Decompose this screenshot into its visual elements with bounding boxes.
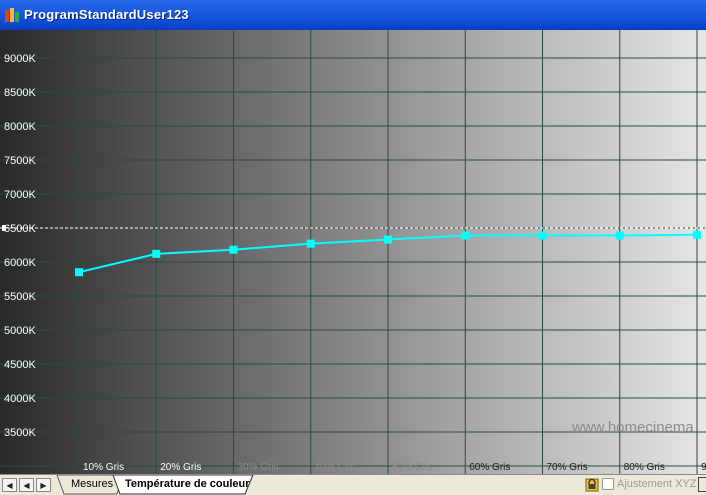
nav-next-button[interactable]: ▶ xyxy=(36,478,51,492)
data-point xyxy=(693,230,701,239)
y-tick-label: 9000K xyxy=(4,53,36,65)
nav-first-icon: ◀ xyxy=(6,481,13,490)
nav-first-button[interactable]: ◀ xyxy=(2,478,17,492)
x-tick-label: 50% Gris xyxy=(392,462,433,473)
x-tick-label: 40% Gris xyxy=(315,462,356,473)
chart-svg: 9000K 8500K 8000K 7500K 7000K 6500K 6000K 5500K… xyxy=(0,30,706,474)
x-tick-label: 60% Gris xyxy=(469,462,510,473)
data-point xyxy=(384,235,392,244)
status-extra-panel xyxy=(698,477,706,492)
title-bar[interactable]: ProgramStandardUser123 xyxy=(0,0,706,30)
y-tick-label: 6500K xyxy=(4,223,36,235)
data-point xyxy=(615,231,624,240)
x-tick-label: 70% Gris xyxy=(547,462,588,473)
lock-icon[interactable] xyxy=(585,478,599,492)
x-tick-label: 90% Gris xyxy=(701,462,706,473)
bar-chart-app-icon xyxy=(5,8,19,22)
reference-marker xyxy=(2,225,6,231)
nav-prev-button[interactable]: ◀ xyxy=(19,478,34,492)
data-point xyxy=(306,239,315,248)
y-tick-label: 4500K xyxy=(4,359,36,371)
ajustement-xyz-label: Ajustement XYZ xyxy=(617,478,697,490)
x-tick-label: 80% Gris xyxy=(624,462,665,473)
data-point xyxy=(75,268,83,277)
x-tick-label: 20% Gris xyxy=(160,462,201,473)
watermark-text: www.homecinema xyxy=(571,419,694,436)
y-tick-label: 5000K xyxy=(4,325,36,337)
y-tick-label: 7500K xyxy=(4,155,36,167)
y-tick-label: 4000K xyxy=(4,393,36,405)
y-tick-label: 6000K xyxy=(4,257,36,269)
y-tick-label: 3500K xyxy=(4,427,36,439)
data-point xyxy=(538,231,547,240)
y-tick-label: 5500K xyxy=(4,291,36,303)
nav-next-icon: ▶ xyxy=(40,481,47,490)
color-temperature-chart: 9000K 8500K 8000K 7500K 7000K 6500K 6000K 5500K… xyxy=(0,30,706,474)
status-bar: ◀ ◀ ▶ Mesures Température de couleur Aju… xyxy=(0,474,706,495)
x-tick-label: 30% Gris xyxy=(238,462,279,473)
tab-mesures[interactable]: Mesures xyxy=(71,478,113,490)
y-tick-label: 8500K xyxy=(4,87,36,99)
chart-background xyxy=(0,30,706,474)
data-point xyxy=(229,245,238,254)
ajustement-xyz-checkbox[interactable] xyxy=(602,478,614,490)
sheet-tab-strip: Mesures Température de couleur xyxy=(55,475,265,495)
tab-temperature-couleur[interactable]: Température de couleur xyxy=(125,478,250,490)
y-tick-label: 7000K xyxy=(4,189,36,201)
nav-prev-icon: ◀ xyxy=(23,481,30,490)
y-tick-label: 8000K xyxy=(4,121,36,133)
data-point xyxy=(152,249,161,258)
window-title: ProgramStandardUser123 xyxy=(24,7,189,22)
x-tick-label: 10% Gris xyxy=(83,462,124,473)
data-point xyxy=(461,231,470,240)
